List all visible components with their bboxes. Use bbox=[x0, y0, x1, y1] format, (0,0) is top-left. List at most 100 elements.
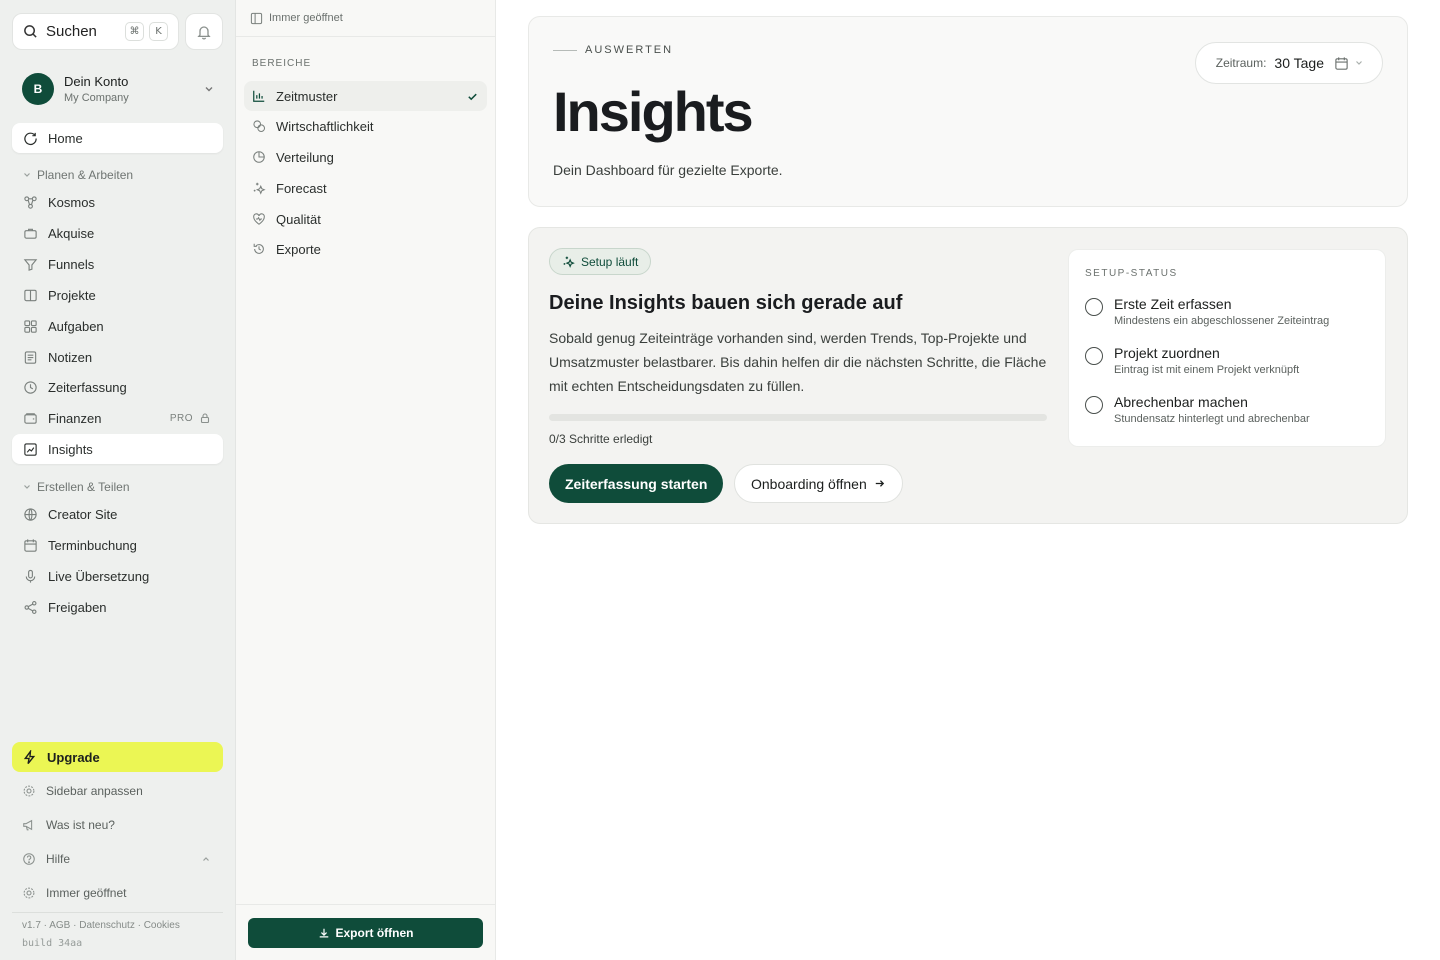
briefcase-icon bbox=[23, 228, 37, 239]
panel-pin-toggle[interactable]: Immer geöffnet bbox=[236, 0, 495, 37]
sidebar-item-label: Akquise bbox=[48, 225, 95, 241]
setup-progress-bar bbox=[549, 414, 1047, 421]
sidebar-item-zeiterfassung[interactable]: Zeiterfassung bbox=[12, 372, 223, 402]
account-company: My Company bbox=[64, 92, 129, 104]
onboarding-label: Onboarding öffnen bbox=[751, 475, 867, 492]
sidebar-item-live-uebersetzung[interactable]: Live Übersetzung bbox=[12, 561, 223, 591]
heart-pulse-icon bbox=[253, 213, 265, 225]
wallet-icon bbox=[23, 412, 37, 424]
sidebar-item-terminbuchung[interactable]: Terminbuchung bbox=[12, 530, 223, 560]
sidebar-item-insights[interactable]: Insights bbox=[12, 434, 223, 464]
chevron-up-icon bbox=[203, 857, 209, 861]
sidebar-item-label: Freigaben bbox=[48, 599, 107, 615]
sidebar-item-finanzen[interactable]: Finanzen PRO bbox=[12, 403, 223, 433]
account-switcher[interactable]: B Dein Konto My Company bbox=[12, 64, 223, 114]
kbd-cmd: ⌘ bbox=[125, 22, 144, 41]
timerange-value: 30 Tage bbox=[1274, 55, 1324, 71]
subnav-zeitmuster[interactable]: Zeitmuster bbox=[244, 81, 487, 111]
status-heading: SETUP-STATUS bbox=[1085, 268, 1178, 279]
eyebrow: AUSWERTEN bbox=[553, 44, 673, 56]
gear-icon bbox=[23, 785, 35, 797]
network-icon bbox=[23, 195, 37, 209]
status-item[interactable]: Erste Zeit erfassen Mindestens ein abges… bbox=[1085, 296, 1329, 327]
status-desc: Stundensatz hinterlegt und abrechenbar bbox=[1114, 413, 1310, 425]
export-label: Export öffnen bbox=[335, 926, 414, 940]
pro-badge: PRO bbox=[169, 412, 193, 424]
section-heading: BEREICHE bbox=[252, 58, 312, 69]
foot-label: Hilfe bbox=[46, 852, 71, 866]
grid-icon bbox=[23, 319, 37, 333]
calendar-icon bbox=[23, 538, 37, 552]
subnav-forecast[interactable]: Forecast bbox=[244, 173, 487, 203]
status-title: Projekt zuordnen bbox=[1114, 345, 1220, 361]
steps-counter: 0/3 Schritte erledigt bbox=[549, 432, 653, 446]
coins-icon bbox=[253, 120, 266, 133]
status-title: Erste Zeit erfassen bbox=[1114, 296, 1232, 312]
timerange-select[interactable]: Zeitraum: 30 Tage bbox=[1194, 42, 1383, 84]
sidebar-item-home[interactable]: Home bbox=[12, 123, 223, 153]
account-name: Dein Konto bbox=[64, 74, 129, 89]
sidebar-item-projekte[interactable]: Projekte bbox=[12, 280, 223, 310]
subnav-label: Forecast bbox=[276, 180, 327, 196]
sidebar-item-kosmos[interactable]: Kosmos bbox=[12, 187, 223, 217]
group-header-planen[interactable]: Planen & Arbeiten bbox=[22, 168, 133, 182]
subnav-wirtschaftlichkeit[interactable]: Wirtschaftlichkeit bbox=[244, 111, 487, 141]
funnel-icon bbox=[23, 258, 37, 271]
sidebar-item-funnels[interactable]: Funnels bbox=[12, 249, 223, 279]
bar-chart-icon bbox=[253, 90, 265, 102]
pin-label: Immer geöffnet bbox=[269, 12, 343, 24]
help-button[interactable]: Hilfe bbox=[12, 845, 223, 873]
group-header-erstellen[interactable]: Erstellen & Teilen bbox=[22, 480, 130, 494]
upgrade-button[interactable]: Upgrade bbox=[12, 742, 223, 772]
chevron-down-icon bbox=[24, 485, 30, 489]
status-item[interactable]: Abrechenbar machen Stundensatz hinterleg… bbox=[1085, 394, 1310, 425]
start-timetracking-button[interactable]: Zeiterfassung starten bbox=[549, 464, 724, 503]
lock-icon bbox=[200, 413, 210, 424]
status-circle-icon bbox=[1085, 298, 1103, 316]
page-subtitle: Dein Dashboard für gezielte Exporte. bbox=[553, 162, 783, 178]
sidebar-customize-button[interactable]: Sidebar anpassen bbox=[12, 777, 223, 805]
subnav-label: Exporte bbox=[276, 241, 321, 257]
sidebar-item-freigaben[interactable]: Freigaben bbox=[12, 592, 223, 622]
pie-chart-icon bbox=[253, 151, 265, 163]
setup-card: Setup läuft Deine Insights bauen sich ge… bbox=[528, 227, 1408, 524]
divider bbox=[12, 912, 223, 913]
legal-links[interactable]: v1.7 · AGB · Datenschutz · Cookies bbox=[22, 920, 180, 931]
group-label: Erstellen & Teilen bbox=[37, 480, 130, 494]
subnav-label: Wirtschaftlichkeit bbox=[276, 118, 374, 134]
subnav-label: Zeitmuster bbox=[276, 88, 338, 104]
foot-label: Sidebar anpassen bbox=[46, 784, 143, 798]
notifications-button[interactable] bbox=[185, 13, 223, 50]
subnav-exporte[interactable]: Exporte bbox=[244, 234, 487, 264]
divider bbox=[236, 904, 496, 905]
chart-box-icon bbox=[23, 442, 37, 456]
status-item[interactable]: Projekt zuordnen Eintrag ist mit einem P… bbox=[1085, 345, 1299, 376]
sidebar-item-label: Home bbox=[48, 130, 83, 146]
sidebar-item-label: Live Übersetzung bbox=[48, 568, 150, 584]
columns-icon bbox=[23, 289, 37, 301]
history-icon bbox=[253, 243, 264, 254]
gear-icon bbox=[23, 887, 35, 899]
page-title: Insights bbox=[553, 80, 754, 143]
subnav-verteilung[interactable]: Verteilung bbox=[244, 142, 487, 172]
sidebar-item-akquise[interactable]: Akquise bbox=[12, 218, 223, 248]
sidebar-item-creator-site[interactable]: Creator Site bbox=[12, 499, 223, 529]
calendar-icon bbox=[1335, 56, 1348, 70]
sidebar-item-notizen[interactable]: Notizen bbox=[12, 342, 223, 372]
status-circle-icon bbox=[1085, 347, 1103, 365]
foot-label: Was ist neu? bbox=[46, 818, 115, 832]
sidebar-item-label: Funnels bbox=[48, 256, 95, 272]
timerange-label: Zeitraum: bbox=[1215, 56, 1267, 70]
sidebar-item-aufgaben[interactable]: Aufgaben bbox=[12, 311, 223, 341]
search-button[interactable]: Suchen ⌘ K bbox=[12, 13, 179, 50]
export-open-button[interactable]: Export öffnen bbox=[248, 918, 483, 948]
open-onboarding-button[interactable]: Onboarding öffnen bbox=[734, 464, 903, 503]
whats-new-button[interactable]: Was ist neu? bbox=[12, 811, 223, 839]
subnav-qualitaet[interactable]: Qualität bbox=[244, 204, 487, 234]
help-icon bbox=[23, 853, 35, 865]
lightning-icon bbox=[23, 749, 36, 764]
sparkles-icon bbox=[563, 256, 575, 268]
avatar: B bbox=[22, 73, 54, 105]
sidebar-item-label: Aufgaben bbox=[48, 318, 104, 334]
always-open-toggle[interactable]: Immer geöffnet bbox=[12, 879, 223, 907]
